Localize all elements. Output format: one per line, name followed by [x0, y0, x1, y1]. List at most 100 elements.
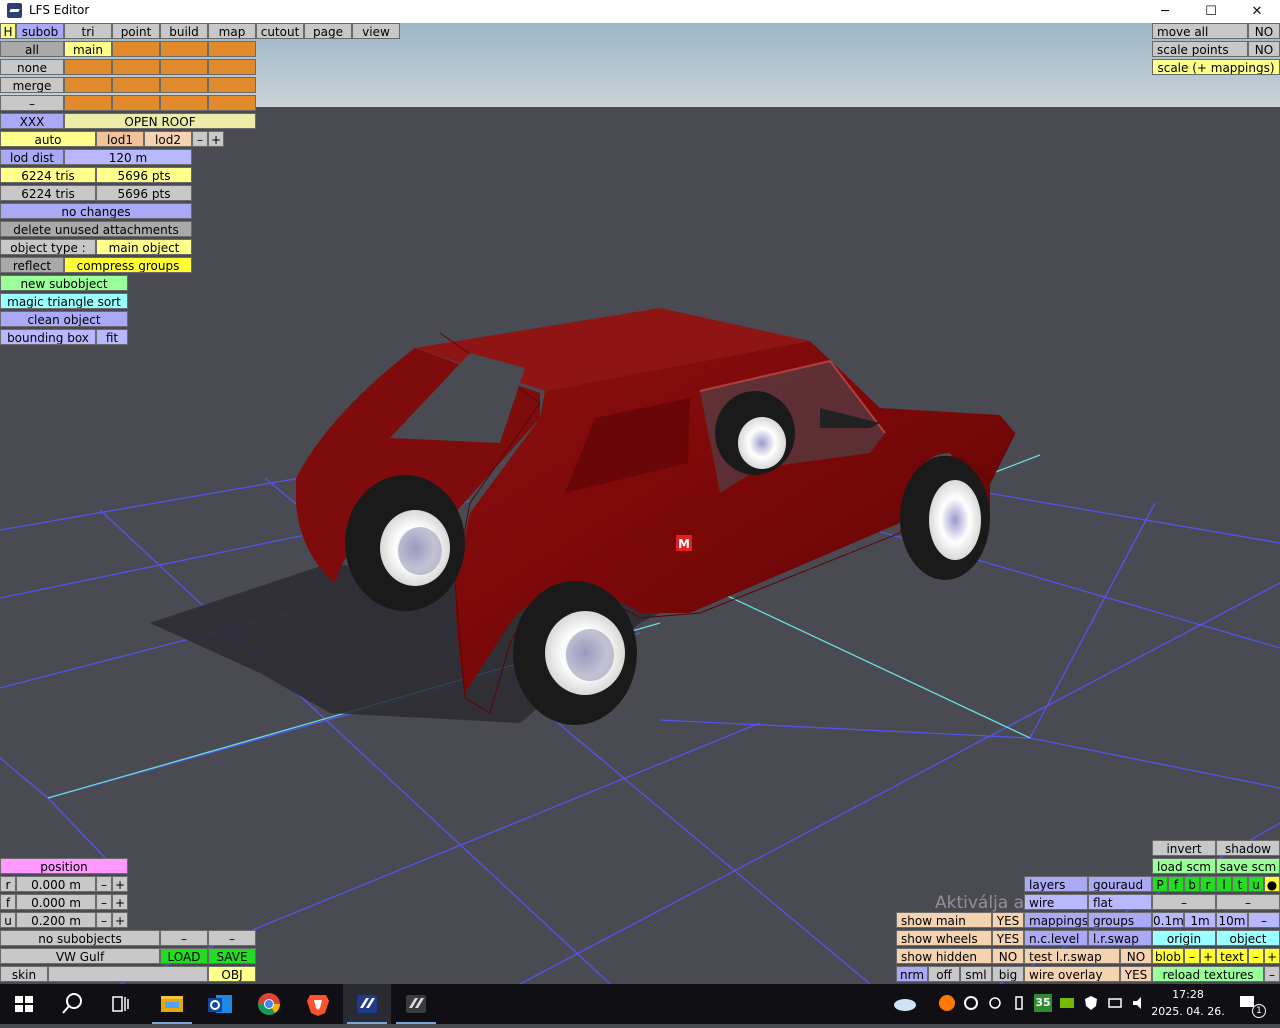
subobject-slot[interactable] [160, 41, 208, 57]
magic-triangle-sort-button[interactable]: magic triangle sort [0, 293, 128, 309]
view-r-button[interactable]: r [1200, 876, 1216, 892]
position-r-minus[interactable]: – [96, 876, 112, 892]
volume-icon[interactable] [1130, 994, 1148, 1012]
origin-button[interactable]: origin [1152, 930, 1216, 946]
tab-map[interactable]: map [208, 23, 256, 39]
subobject-slot[interactable] [160, 59, 208, 75]
wire-overlay-label[interactable]: wire overlay [1024, 966, 1120, 982]
subobject-slot[interactable] [208, 77, 256, 93]
lod-minus-button[interactable]: – [192, 131, 208, 147]
delete-unused-attachments-button[interactable]: delete unused attachments [0, 221, 192, 237]
compress-groups-button[interactable]: compress groups [64, 257, 192, 273]
h-button[interactable]: H [0, 23, 16, 39]
save-button[interactable]: SAVE [208, 948, 256, 964]
object-type-value[interactable]: main object [96, 239, 192, 255]
nc-level-button[interactable]: n.c.level [1024, 930, 1088, 946]
position-u-value[interactable]: 0.200 m [16, 912, 96, 928]
tray-counter-badge[interactable]: 35 [1034, 994, 1052, 1012]
reflect-button[interactable]: reflect [0, 257, 64, 273]
lfs-editor-icon[interactable] [392, 984, 440, 1024]
mappings-button[interactable]: mappings [1024, 912, 1088, 928]
blob-minus[interactable]: – [1184, 948, 1200, 964]
lr-swap-button[interactable]: l.r.swap [1088, 930, 1152, 946]
close-button[interactable]: ✕ [1234, 0, 1280, 23]
usb-icon[interactable] [1010, 994, 1028, 1012]
onedrive-icon[interactable] [892, 994, 918, 1012]
new-subobject-button[interactable]: new subobject [0, 275, 128, 291]
bounding-box-button[interactable]: bounding box [0, 329, 96, 345]
xxx-button[interactable]: XXX [0, 113, 64, 129]
view-dash-button[interactable]: – [1152, 894, 1216, 910]
tab-view[interactable]: view [352, 23, 400, 39]
text-plus[interactable]: + [1264, 948, 1280, 964]
select-none-button[interactable]: none [0, 59, 64, 75]
position-u-minus[interactable]: – [96, 912, 112, 928]
tab-point[interactable]: point [112, 23, 160, 39]
lod-plus-button[interactable]: + [208, 131, 224, 147]
view-dash-button-2[interactable]: – [1216, 894, 1280, 910]
scale-points-toggle[interactable]: NO [1248, 41, 1280, 57]
wire-button[interactable]: wire [1024, 894, 1088, 910]
tab-tri[interactable]: tri [64, 23, 112, 39]
minimize-button[interactable]: ─ [1142, 0, 1188, 23]
view-u-button[interactable]: u [1248, 876, 1264, 892]
maximize-button[interactable]: ☐ [1188, 0, 1234, 23]
subobject-slot[interactable] [112, 41, 160, 57]
subobject-slot[interactable] [208, 59, 256, 75]
nvidia-icon[interactable] [1058, 994, 1076, 1012]
position-f-value[interactable]: 0.000 m [16, 894, 96, 910]
flat-button[interactable]: flat [1088, 894, 1152, 910]
subobject-slot[interactable] [112, 59, 160, 75]
security-shield-icon[interactable] [1082, 994, 1100, 1012]
search-icon[interactable] [48, 984, 96, 1024]
shadow-button[interactable]: shadow [1216, 840, 1280, 856]
task-view-icon[interactable] [96, 984, 144, 1024]
view-dot-button[interactable]: ● [1264, 876, 1280, 892]
blob-plus[interactable]: + [1200, 948, 1216, 964]
show-main-toggle[interactable]: YES [992, 912, 1024, 928]
lod-dist-value[interactable]: 120 m [64, 149, 192, 165]
tab-cutout[interactable]: cutout [256, 23, 304, 39]
text-minus[interactable]: – [1248, 948, 1264, 964]
subobject-slot[interactable] [112, 95, 160, 111]
dash-button[interactable]: – [0, 95, 64, 111]
grid-1m-button[interactable]: 1m [1184, 912, 1216, 928]
select-all-button[interactable]: all [0, 41, 64, 57]
big-button[interactable]: big [992, 966, 1024, 982]
grid-dash-button[interactable]: – [1248, 912, 1280, 928]
start-icon[interactable] [0, 984, 48, 1024]
position-r-plus[interactable]: + [112, 876, 128, 892]
tab-page[interactable]: page [304, 23, 352, 39]
scale-mappings-button[interactable]: scale (+ mappings) [1152, 59, 1280, 75]
grid-10m-button[interactable]: 10m [1216, 912, 1248, 928]
car-name-field[interactable]: VW Gulf [0, 948, 160, 964]
object-button[interactable]: object [1216, 930, 1280, 946]
network-icon[interactable] [1106, 994, 1124, 1012]
groups-button[interactable]: groups [1088, 912, 1152, 928]
nrm-button[interactable]: nrm [896, 966, 928, 982]
reload-textures-button[interactable]: reload textures [1152, 966, 1264, 982]
show-hidden-toggle[interactable]: NO [992, 948, 1024, 964]
subobject-minus-button[interactable]: – [160, 930, 208, 946]
test-lr-swap-label[interactable]: test l.r.swap [1024, 948, 1120, 964]
subobject-slot[interactable] [208, 95, 256, 111]
move-all-label[interactable]: move all [1152, 23, 1248, 39]
3d-viewport[interactable]: M [0, 23, 1280, 984]
subobject-slot[interactable] [64, 95, 112, 111]
reload-dash-button[interactable]: – [1264, 966, 1280, 982]
position-f-plus[interactable]: + [112, 894, 128, 910]
test-lr-swap-toggle[interactable]: NO [1120, 948, 1152, 964]
subobject-minus-button-2[interactable]: – [208, 930, 256, 946]
load-scm-button[interactable]: load scm [1152, 858, 1216, 874]
subobject-slot[interactable] [160, 95, 208, 111]
lfs-icon[interactable] [343, 984, 391, 1024]
grid-01m-button[interactable]: 0.1m [1152, 912, 1184, 928]
brave-icon[interactable] [294, 984, 342, 1024]
view-l-button[interactable]: l [1216, 876, 1232, 892]
show-hidden-label[interactable]: show hidden [896, 948, 992, 964]
subobject-slot[interactable] [208, 41, 256, 57]
clean-object-button[interactable]: clean object [0, 311, 128, 327]
sml-button[interactable]: sml [960, 966, 992, 982]
file-explorer-icon[interactable] [148, 984, 196, 1024]
lod1-button[interactable]: lod1 [96, 131, 144, 147]
